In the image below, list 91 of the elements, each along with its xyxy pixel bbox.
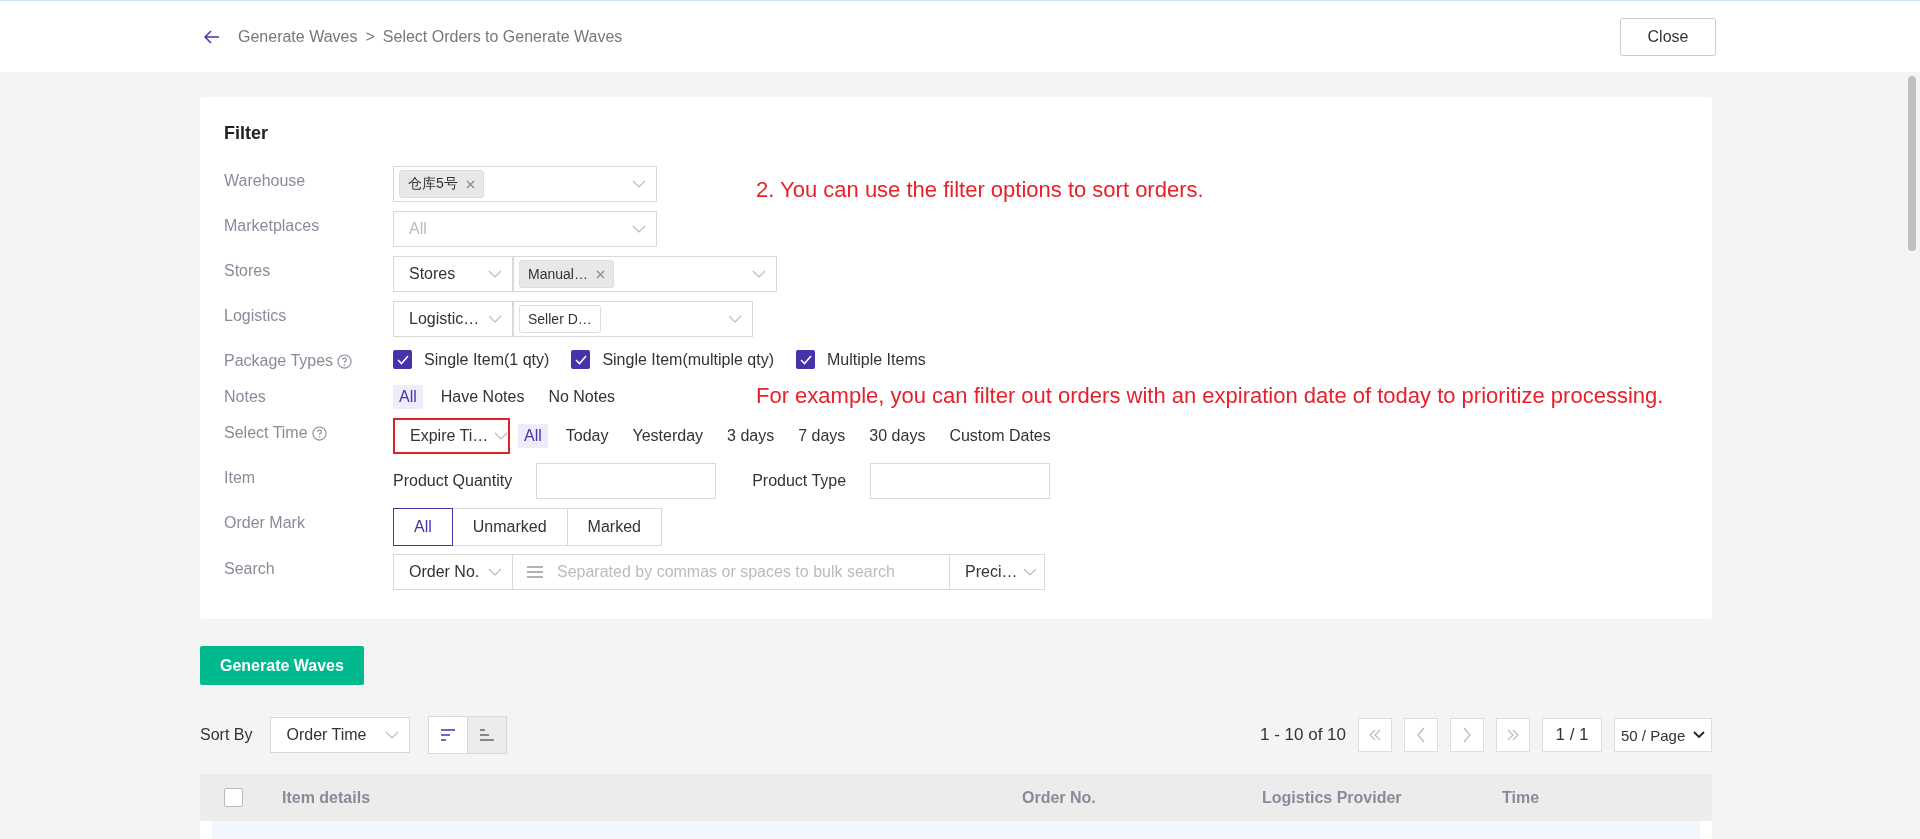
logistics-provider-select[interactable]: Seller D…: [513, 301, 753, 337]
filter-label: Warehouse: [224, 172, 306, 190]
page-input[interactable]: 1 / 1: [1542, 718, 1602, 752]
sort-ascending-icon: [479, 729, 496, 741]
chevron-down-icon: [488, 568, 502, 576]
filter-label: Order Mark: [224, 514, 305, 532]
page-size-select[interactable]: 50 / Page: [1614, 718, 1712, 752]
chevron-down-icon: [632, 225, 646, 233]
order-mark-option[interactable]: Marked: [566, 508, 662, 546]
last-page-button[interactable]: [1496, 718, 1530, 752]
select-all-checkbox[interactable]: [224, 788, 243, 807]
pagination-range: 1 - 10 of 10: [1260, 725, 1346, 745]
chevron-down-icon: [488, 270, 502, 278]
checkmark-icon: [396, 354, 409, 365]
chevron-down-icon: [494, 432, 509, 440]
help-icon: [311, 425, 327, 441]
filter-label: Logistics: [224, 307, 287, 325]
help-icon: [337, 353, 353, 369]
store-tag-select[interactable]: Manual…: [513, 256, 777, 292]
first-page-button[interactable]: [1358, 718, 1392, 752]
time-range-option[interactable]: Yesterday: [626, 424, 710, 448]
time-type-select[interactable]: Expire Ti…: [393, 418, 510, 454]
notes-option[interactable]: Have Notes: [434, 385, 531, 409]
selected-tag: 仓库5号: [399, 170, 484, 198]
order-mark-option[interactable]: All: [393, 508, 453, 546]
annotation-text: For example, you can filter out orders with an expiration date of today to prioritize processing.: [756, 383, 1664, 409]
match-mode-select[interactable]: Preci…: [949, 554, 1045, 590]
remove-icon[interactable]: [465, 179, 475, 189]
chevron-down-icon: [632, 180, 646, 188]
time-range-option[interactable]: Today: [559, 424, 615, 448]
close-button[interactable]: Close: [1620, 17, 1716, 56]
checkmark-icon: [574, 354, 587, 365]
selected-tag: Seller D…: [519, 305, 601, 333]
breadcrumb-current: Select Orders to Generate Waves: [382, 27, 623, 46]
sort-field-select[interactable]: Order Time: [270, 717, 411, 753]
sort-ascending-button[interactable]: [467, 716, 508, 754]
filter-title: Filter: [224, 123, 269, 144]
input-field[interactable]: [870, 463, 1051, 499]
selected-tag: Manual…: [519, 260, 614, 288]
chevron-down-icon: [1023, 568, 1038, 576]
filter-label: Search: [224, 560, 275, 578]
item-field-label: Product Type: [752, 472, 847, 490]
breadcrumb-separator: >: [365, 27, 375, 46]
chevron-down-icon: [1693, 731, 1705, 739]
stores-type-select[interactable]: Stores: [393, 256, 513, 292]
sort-descending-button[interactable]: [428, 716, 469, 754]
remove-icon[interactable]: [595, 269, 605, 279]
chevron-left-icon: [1416, 727, 1426, 743]
time-range-option[interactable]: 30 days: [863, 424, 932, 448]
notes-option[interactable]: No Notes: [542, 385, 622, 409]
sort-descending-icon: [440, 729, 457, 741]
logistics-type-select[interactable]: Logistic…: [393, 301, 513, 337]
chevron-down-icon: [752, 270, 766, 278]
package-type-checkbox[interactable]: Single Item(1 qty): [393, 350, 550, 369]
order-mark-option[interactable]: Unmarked: [451, 508, 568, 546]
time-range-option[interactable]: 3 days: [721, 424, 781, 448]
list-icon: [527, 566, 543, 578]
column-header: Logistics Provider: [1262, 788, 1403, 807]
previous-page-button[interactable]: [1404, 718, 1438, 752]
warehouse-select[interactable]: 仓库5号: [393, 166, 657, 202]
sort-label: Sort By: [200, 726, 253, 744]
time-range-option[interactable]: All: [518, 424, 548, 448]
filter-label: Stores: [224, 262, 271, 280]
scrollbar-thumb[interactable]: [1908, 76, 1916, 251]
double-chevron-right-icon: [1506, 729, 1520, 741]
double-chevron-left-icon: [1368, 729, 1382, 741]
column-header: Item details: [282, 788, 372, 807]
package-type-checkbox[interactable]: Single Item(multiple qty): [571, 350, 774, 369]
chevron-right-icon: [1462, 727, 1472, 743]
chevron-down-icon: [488, 315, 502, 323]
search-type-select[interactable]: Order No.: [393, 554, 513, 590]
column-header: Order No.: [1022, 788, 1097, 807]
filter-label: Marketplaces: [224, 217, 320, 235]
chevron-down-icon: [728, 315, 742, 323]
next-page-button[interactable]: [1450, 718, 1484, 752]
filter-label: Notes: [224, 388, 266, 406]
annotation-text: 2. You can use the filter options to sort orders.: [756, 177, 1204, 203]
filter-label: Item: [224, 469, 256, 487]
input-field[interactable]: [536, 463, 717, 499]
time-range-option[interactable]: 7 days: [792, 424, 852, 448]
checkmark-icon: [799, 354, 812, 365]
item-field-label: Product Quantity: [393, 472, 513, 490]
column-header: Time: [1502, 788, 1541, 807]
back-arrow-icon[interactable]: [204, 29, 220, 44]
time-range-option[interactable]: Custom Dates: [943, 424, 1057, 448]
package-type-checkbox[interactable]: Multiple Items: [796, 350, 926, 369]
filter-label: Package Types: [224, 352, 334, 370]
breadcrumb-link[interactable]: Generate Waves: [238, 27, 358, 46]
filter-label: Select Time: [224, 424, 308, 442]
notes-option[interactable]: All: [393, 385, 423, 409]
chevron-down-icon: [385, 731, 400, 739]
